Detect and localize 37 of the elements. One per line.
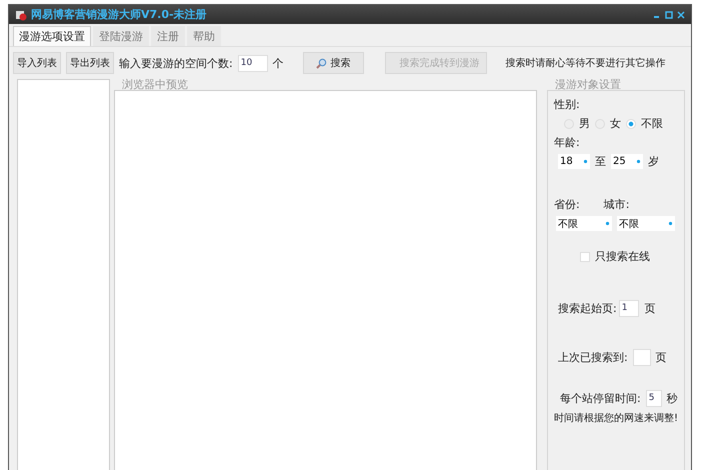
start-page-unit: 页: [644, 301, 656, 316]
notice-text: 搜索时请耐心等待不要进行其它操作: [506, 56, 666, 70]
radio-label: 女: [610, 116, 621, 131]
count-field[interactable]: 10: [238, 54, 268, 72]
province-select[interactable]: 不限: [556, 216, 612, 231]
stay-time-field[interactable]: 5: [646, 390, 662, 407]
age-from-select[interactable]: 18: [558, 154, 590, 169]
stay-time-unit: 秒: [666, 391, 678, 406]
tab[interactable]: 注册: [151, 26, 185, 46]
checkbox-label: 只搜索在线: [594, 249, 650, 264]
age-to-label: 至: [594, 154, 606, 169]
stay-time-label: 每个站停留时间:: [560, 391, 641, 406]
radio-label: 不限: [640, 116, 663, 131]
search-button[interactable]: 搜索: [302, 52, 364, 74]
city-label: 城市:: [604, 197, 630, 212]
tab[interactable]: 漫游选项设置: [13, 26, 91, 46]
age-to-select[interactable]: 25: [610, 154, 643, 169]
gender-label: 性别:: [554, 97, 581, 112]
tab[interactable]: 帮助: [187, 26, 221, 46]
last-page-unit: 页: [656, 350, 667, 365]
count-label: 输入要漫游的空间个数:: [119, 56, 233, 70]
age-label: 年龄:: [554, 135, 581, 150]
window-title: 网易博客营销漫游大师V7.0-未注册: [31, 7, 208, 22]
age-unit: 岁: [648, 154, 659, 169]
tab[interactable]: 登陆漫游: [93, 26, 149, 46]
settings-title: 漫游对象设置: [554, 79, 622, 90]
start-page-field[interactable]: 1: [618, 300, 639, 317]
province-label: 省份:: [554, 197, 580, 212]
hint-text: 时间请根据您的网速来调整!: [554, 412, 678, 425]
export-button[interactable]: 导出列表: [66, 52, 114, 74]
preview-title: 浏览器中预览: [120, 79, 189, 90]
last-page-label: 上次已搜索到:: [558, 350, 628, 365]
start-page-label: 搜索起始页:: [558, 301, 617, 316]
city-select[interactable]: 不限: [616, 216, 675, 231]
radio-label: 男: [578, 116, 590, 131]
import-button[interactable]: 导入列表: [13, 52, 61, 74]
count-unit: 个: [272, 56, 284, 70]
